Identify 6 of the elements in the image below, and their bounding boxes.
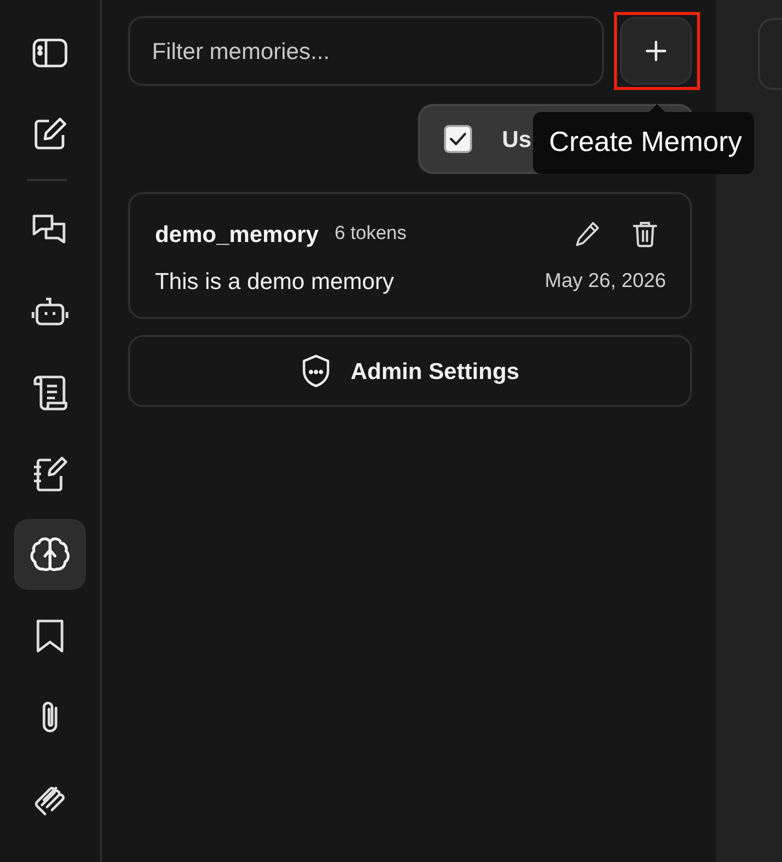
toggle-label: Us (502, 126, 532, 152)
tooltip: Create Memory (533, 112, 754, 174)
memory-name: demo_memory (155, 220, 319, 248)
memory-date: May 26, 2026 (544, 270, 666, 293)
memory-content: This is a demo memory (155, 268, 394, 295)
token-count: 6 tokens (334, 223, 406, 245)
